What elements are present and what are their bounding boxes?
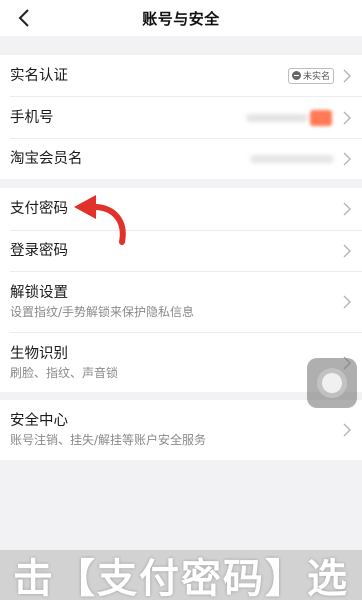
caption-text: 击【支付密码】选: [13, 556, 349, 600]
chevron-right-icon: [343, 111, 351, 124]
phone-number-redacted: [246, 113, 308, 122]
security-center-row[interactable]: 安全中心 账号注销、挂失/解挂等账户安全服务: [0, 400, 362, 460]
realname-row[interactable]: 实名认证 未实名: [0, 55, 362, 96]
assistive-touch-button[interactable]: [307, 358, 357, 408]
taobao-member-row[interactable]: 淘宝会员名: [0, 139, 362, 179]
realname-status-badge: 未实名: [287, 67, 334, 84]
unlock-settings-label: 解锁设置: [10, 285, 68, 301]
chevron-left-icon: [18, 9, 29, 27]
chevron-right-icon: [343, 295, 351, 309]
unlock-settings-row[interactable]: 解锁设置 设置指纹/手势解锁来保护隐私信息: [0, 272, 362, 332]
page-title: 账号与安全: [142, 9, 220, 28]
security-center-label: 安全中心: [10, 413, 68, 429]
security-center-group: 安全中心 账号注销、挂失/解挂等账户安全服务: [0, 400, 362, 460]
chevron-right-icon: [343, 202, 351, 216]
account-group: 实名认证 未实名 手机号 淘宝会员名: [0, 55, 362, 179]
phone-redacted-mark: [310, 109, 332, 126]
nav-header: 账号与安全: [0, 0, 362, 36]
taobao-name-redacted: [250, 155, 334, 163]
chevron-right-icon: [343, 244, 351, 258]
chevron-right-icon: [343, 69, 351, 82]
unlock-settings-desc: 设置指纹/手势解锁来保护隐私信息: [10, 305, 195, 319]
pay-password-row[interactable]: 支付密码: [0, 188, 362, 230]
password-group: 支付密码 登录密码 解锁设置 设置指纹/手势解锁来保护隐私信息 生物识别 刷脸、…: [0, 188, 362, 392]
minus-circle-icon: [291, 71, 301, 80]
assistive-touch-icon: [317, 368, 347, 398]
chevron-right-icon: [343, 423, 351, 437]
pay-password-label: 支付密码: [10, 201, 68, 217]
red-arrow-annotation-icon: [74, 195, 126, 245]
login-password-label: 登录密码: [10, 243, 68, 259]
phone-row[interactable]: 手机号: [0, 97, 362, 138]
security-center-desc: 账号注销、挂失/解挂等账户安全服务: [10, 433, 207, 447]
chevron-right-icon: [343, 152, 351, 166]
realname-badge-text: 未实名: [302, 72, 330, 82]
tutorial-caption: 击【支付密码】选: [0, 550, 362, 600]
back-button[interactable]: [10, 4, 38, 32]
login-password-row[interactable]: 登录密码: [0, 231, 362, 271]
